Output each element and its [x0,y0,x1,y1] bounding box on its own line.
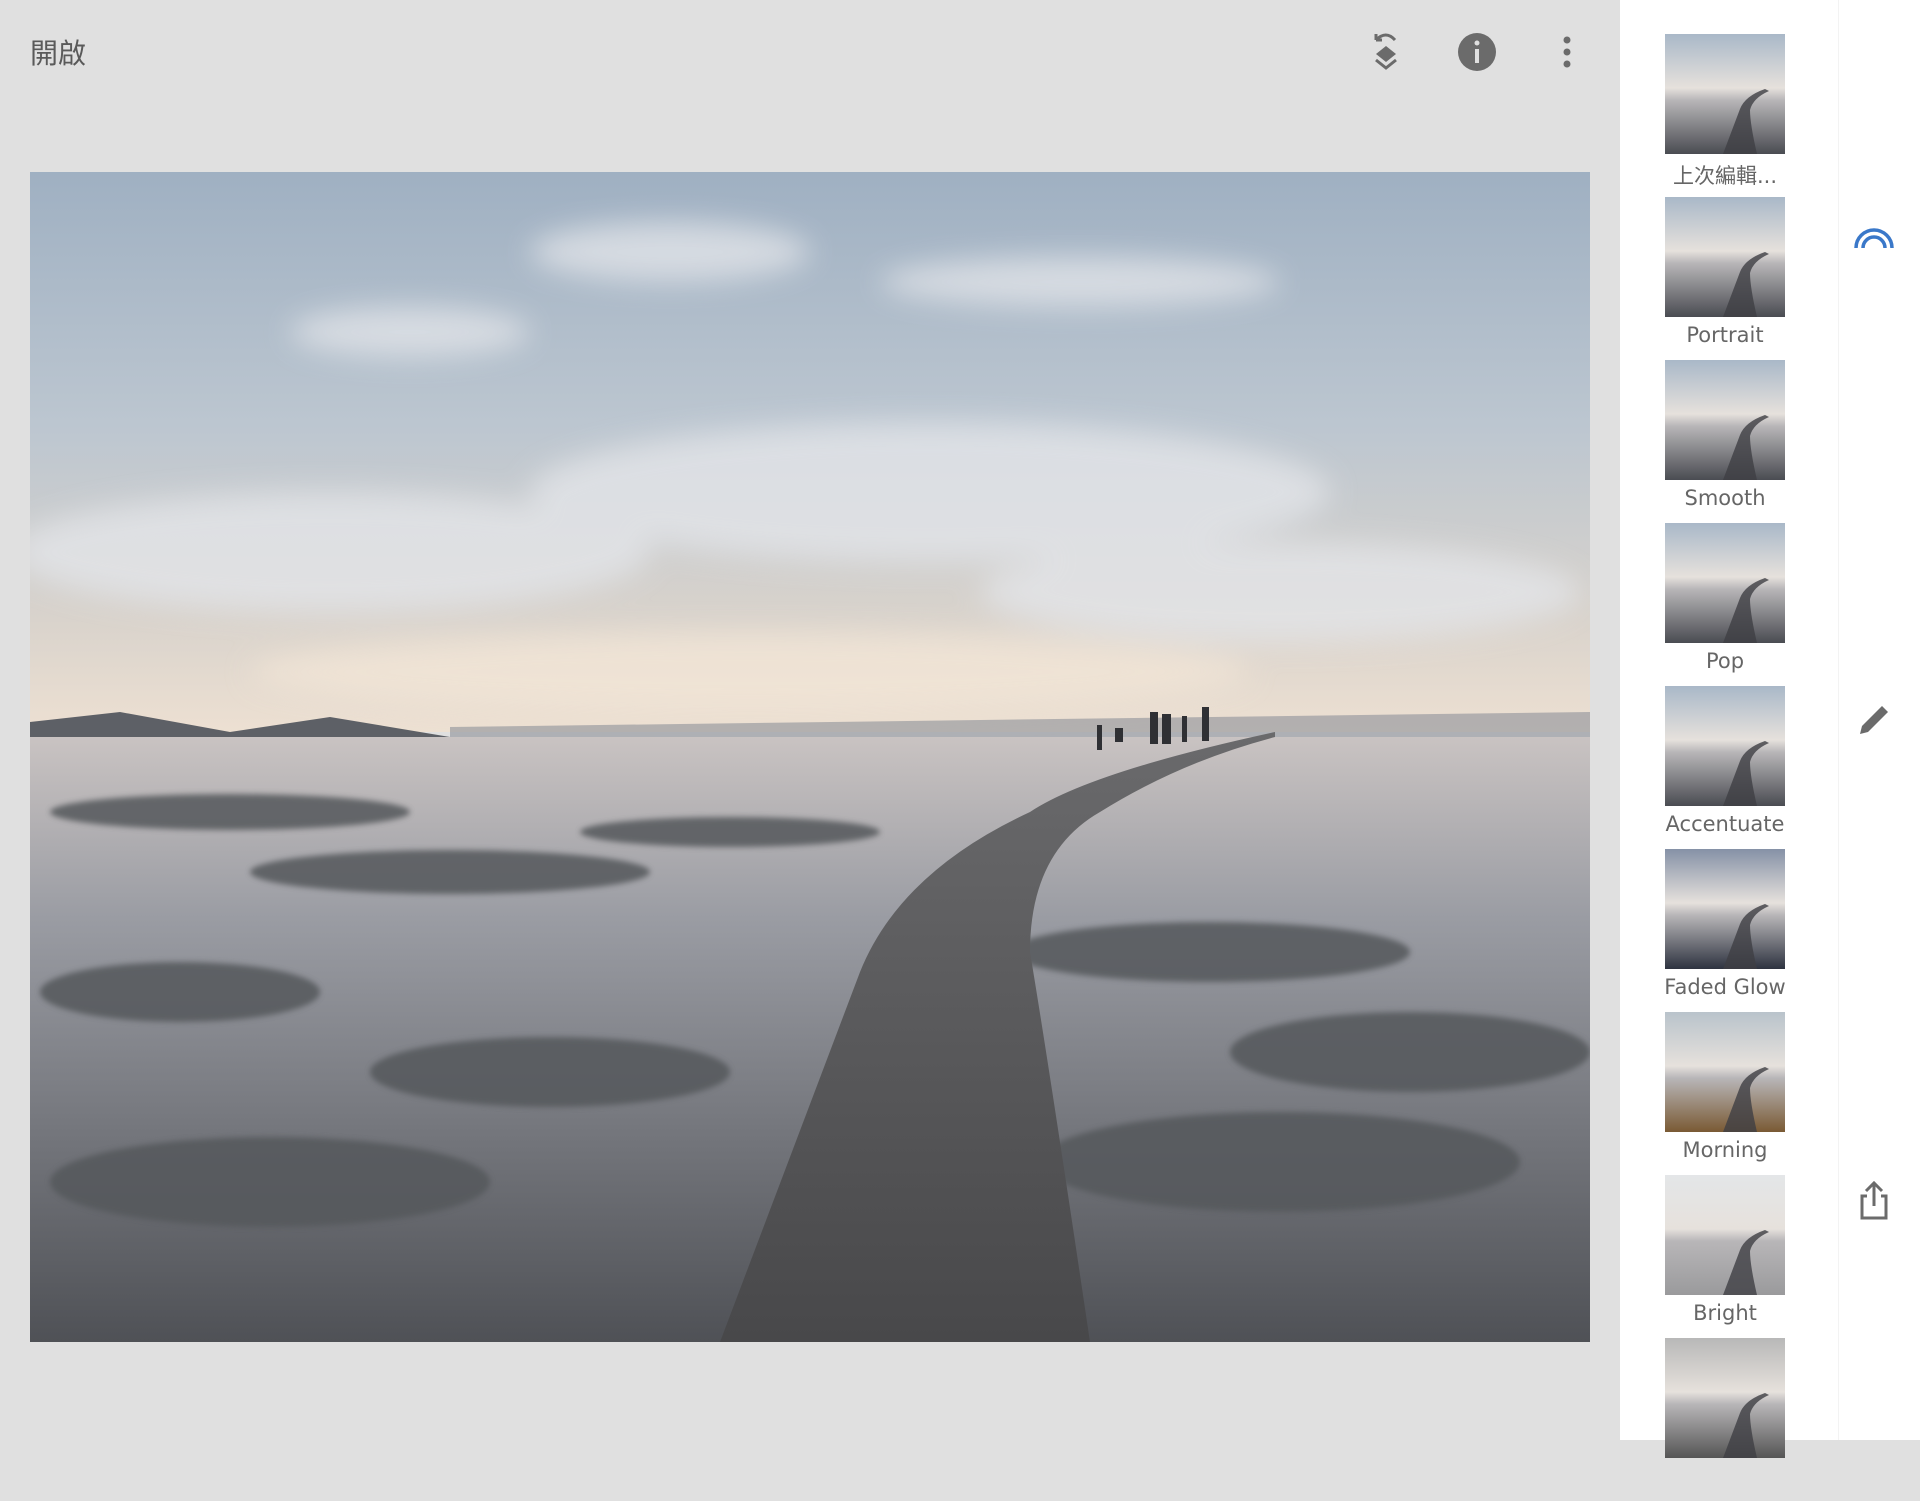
look-thumbnail [1665,1175,1785,1295]
photo-canvas[interactable] [30,172,1590,1342]
look-thumbnail [1665,1338,1785,1458]
look-thumbnail [1665,34,1785,154]
look-5[interactable]: Faded Glow [1664,849,1786,1012]
look-thumbnail [1665,686,1785,806]
open-button[interactable]: 開啟 [30,32,86,72]
edit-pencil-icon[interactable] [1852,698,1896,742]
look-label: 上次編輯... [1672,164,1778,188]
share-icon[interactable] [1852,1178,1896,1222]
looks-list[interactable]: 上次編輯... Portrait Smooth Pop Accentuate F… [1664,34,1786,1501]
look-thumbnail [1665,197,1785,317]
looks-icon[interactable] [1852,218,1896,262]
look-3[interactable]: Pop [1664,523,1786,686]
look-label: Smooth [1684,486,1766,510]
look-label: Faded Glow [1664,975,1786,999]
look-label: Portrait [1686,323,1764,347]
more-vert-icon[interactable] [1545,30,1589,74]
look-4[interactable]: Accentuate [1664,686,1786,849]
look-thumbnail [1665,523,1785,643]
look-2[interactable]: Smooth [1664,360,1786,523]
look-label: Morning [1682,1138,1768,1162]
look-1[interactable]: Portrait [1664,197,1786,360]
look-label: Pop [1705,649,1745,673]
look-label: Accentuate [1665,812,1785,836]
undo-layers-icon[interactable] [1364,30,1408,74]
looks-sidebar: 上次編輯... Portrait Smooth Pop Accentuate F… [1620,0,1920,1458]
main-area: 開啟 [0,0,1620,1440]
look-thumbnail [1665,849,1785,969]
look-0[interactable]: 上次編輯... [1664,34,1786,197]
look-thumbnail [1665,360,1785,480]
look-6[interactable]: Morning [1664,1012,1786,1175]
divider [1838,0,1839,1440]
look-label: Bright [1693,1301,1757,1325]
look-8[interactable] [1664,1338,1786,1501]
look-thumbnail [1665,1012,1785,1132]
look-7[interactable]: Bright [1664,1175,1786,1338]
info-icon[interactable] [1455,30,1499,74]
